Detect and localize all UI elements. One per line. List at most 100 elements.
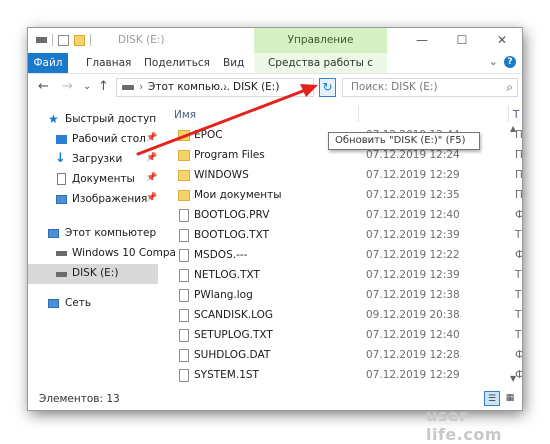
file-row[interactable]: PWlang.log07.12.2019 12:38Те [158, 286, 522, 306]
file-name: SETUPLOG.TXT [194, 329, 273, 341]
properties-icon[interactable] [58, 34, 69, 46]
title-bar: DISK (E:) Управление — ☐ ✕ [28, 28, 522, 53]
maximize-button[interactable]: ☐ [442, 28, 482, 53]
drive-small-icon [36, 37, 47, 43]
file-row[interactable]: BOOTLOG.TXT07.12.2019 12:39Те [158, 226, 522, 246]
drive-icon [122, 85, 134, 90]
file-name: EPOC [194, 129, 223, 141]
file-row[interactable]: BOOTLOG.PRV 07.12.2019 12:40 Ф [158, 206, 522, 226]
file-name: PWlang.log [194, 289, 253, 301]
pin-icon[interactable]: 📌 [146, 173, 157, 183]
pin-icon[interactable]: 📌 [146, 133, 157, 143]
new-folder-icon[interactable] [74, 34, 85, 46]
address-dropdown-icon[interactable]: ▾ [310, 83, 315, 93]
help-icon[interactable]: ? [504, 56, 516, 68]
folder-icon [178, 190, 190, 201]
scroll-up-icon[interactable]: ▲ [510, 124, 516, 133]
sidebar-item-label: Документы [72, 173, 135, 185]
address-bar[interactable]: › Этот компью... › DISK (E:) [116, 78, 314, 97]
pin-icon[interactable]: 📌 [146, 153, 157, 163]
column-header-name[interactable]: Имя [174, 109, 196, 121]
file-row[interactable]: SUHDLOG.DAT 07.12.2019 12:28 Ф [158, 346, 522, 366]
back-arrow-icon[interactable]: ← [38, 79, 49, 94]
breadcrumb-this-pc[interactable]: Этот компью... [148, 81, 230, 93]
file-row[interactable]: SETUPLOG.TXT07.12.2019 12:40Те [158, 326, 522, 346]
sidebar-item-label: Быстрый доступ [65, 113, 157, 125]
watermark: user-life.com [426, 406, 503, 444]
toolbar-separator [52, 34, 53, 46]
file-icon [179, 369, 189, 382]
chevron-right-icon: › [139, 81, 144, 93]
file-icon [179, 309, 189, 322]
file-date: 07.12.2019 12:40 [366, 329, 460, 341]
file-icon [179, 349, 189, 362]
file-icon [179, 249, 189, 262]
file-name: BOOTLOG.TXT [194, 229, 270, 241]
tooltip-text: Обновить "DISK (E:)" (F5) [335, 135, 466, 146]
sidebar-item-quick-access[interactable]: ★ Быстрый доступ [28, 110, 158, 130]
sidebar-item-images[interactable]: Изображения 📌 [28, 190, 158, 210]
recent-locations-icon[interactable]: ⌄ [83, 81, 91, 92]
sidebar-item-label: Сеть [65, 297, 92, 309]
computer-icon [48, 229, 59, 238]
tab-file[interactable]: Файл [28, 53, 68, 73]
refresh-button[interactable]: ↻ [319, 78, 336, 97]
column-divider[interactable] [358, 106, 359, 122]
file-row[interactable]: WINDOWS 07.12.2019 12:29 П [158, 166, 522, 186]
column-header-type[interactable]: Т [513, 109, 519, 121]
sidebar-item-windows-drive[interactable]: Windows 10 Compa [28, 244, 176, 264]
file-date: 07.12.2019 12:24 [366, 149, 460, 161]
file-row[interactable]: SYSTEM.1ST 07.12.2019 12:29 Ф [158, 366, 522, 386]
chevron-down-icon[interactable]: ⌄ [489, 55, 498, 68]
file-row[interactable]: Мои документы 07.12.2019 12:35 П [158, 186, 522, 206]
file-date: 07.12.2019 12:39 [366, 269, 460, 281]
window-title: DISK (E:) [118, 34, 165, 46]
file-date: 07.12.2019 12:39 [366, 229, 460, 241]
file-date: 07.12.2019 12:38 [366, 289, 460, 301]
forward-arrow-icon[interactable]: → [62, 79, 73, 94]
refresh-tooltip: Обновить "DISK (E:)" (F5) [328, 132, 480, 150]
pin-icon[interactable]: 📌 [146, 193, 157, 203]
file-row[interactable]: SCANDISK.LOG09.12.2019 20:38Те [158, 306, 522, 326]
item-count: Элементов: 13 [39, 393, 120, 405]
file-name: Program Files [194, 149, 265, 161]
details-view-button[interactable]: ☰ [484, 391, 500, 406]
sidebar-item-documents[interactable]: Документы 📌 [28, 170, 158, 190]
file-icon [179, 289, 189, 302]
sidebar-item-disk-e[interactable]: DISK (E:) [28, 264, 158, 284]
large-icons-view-button[interactable]: ▦ [502, 391, 518, 406]
tab-share[interactable]: Поделиться [144, 53, 210, 73]
context-tab-title: Управление [254, 28, 387, 53]
column-divider[interactable] [508, 106, 509, 122]
documents-icon [57, 173, 66, 185]
file-icon [179, 209, 189, 222]
file-date: 07.12.2019 12:28 [366, 349, 460, 361]
up-arrow-icon[interactable]: ↑ [98, 79, 109, 94]
star-icon: ★ [48, 112, 59, 126]
minimize-button[interactable]: — [402, 28, 442, 53]
tab-home[interactable]: Главная [86, 53, 131, 73]
file-date: 07.12.2019 12:29 [366, 369, 460, 381]
file-row[interactable]: MSDOS.--- 07.12.2019 12:22 Ф [158, 246, 522, 266]
desktop-icon [56, 135, 67, 144]
sidebar-item-network[interactable]: Сеть [28, 294, 158, 314]
file-name: Мои документы [194, 189, 282, 201]
sidebar-item-desktop[interactable]: Рабочий стол 📌 [28, 130, 158, 150]
close-button[interactable]: ✕ [482, 28, 522, 53]
tab-view[interactable]: Вид [223, 53, 244, 73]
file-row[interactable]: NETLOG.TXT07.12.2019 12:39Те [158, 266, 522, 286]
sidebar-item-this-pc[interactable]: Этот компьютер [28, 224, 158, 244]
file-date: 07.12.2019 12:22 [366, 249, 460, 261]
images-icon [56, 195, 67, 204]
ribbon-tabs: Файл Главная Поделиться Вид Средства раб… [28, 53, 522, 89]
vertical-scrollbar[interactable]: ▲ ▼ [507, 124, 522, 388]
search-input[interactable]: Поиск: DISK (E:) ⌕ [342, 78, 518, 97]
file-name: SUHDLOG.DAT [194, 349, 271, 361]
sidebar-item-downloads[interactable]: ↓ Загрузки 📌 [28, 150, 158, 170]
tab-drive-tools[interactable]: Средства работы с дисками [254, 53, 387, 89]
breadcrumb-disk-e[interactable]: DISK (E:) [233, 81, 279, 93]
file-date: 07.12.2019 12:35 [366, 189, 460, 201]
file-name: NETLOG.TXT [194, 269, 260, 281]
scroll-down-icon[interactable]: ▼ [510, 374, 516, 383]
search-icon: ⌕ [506, 80, 513, 94]
